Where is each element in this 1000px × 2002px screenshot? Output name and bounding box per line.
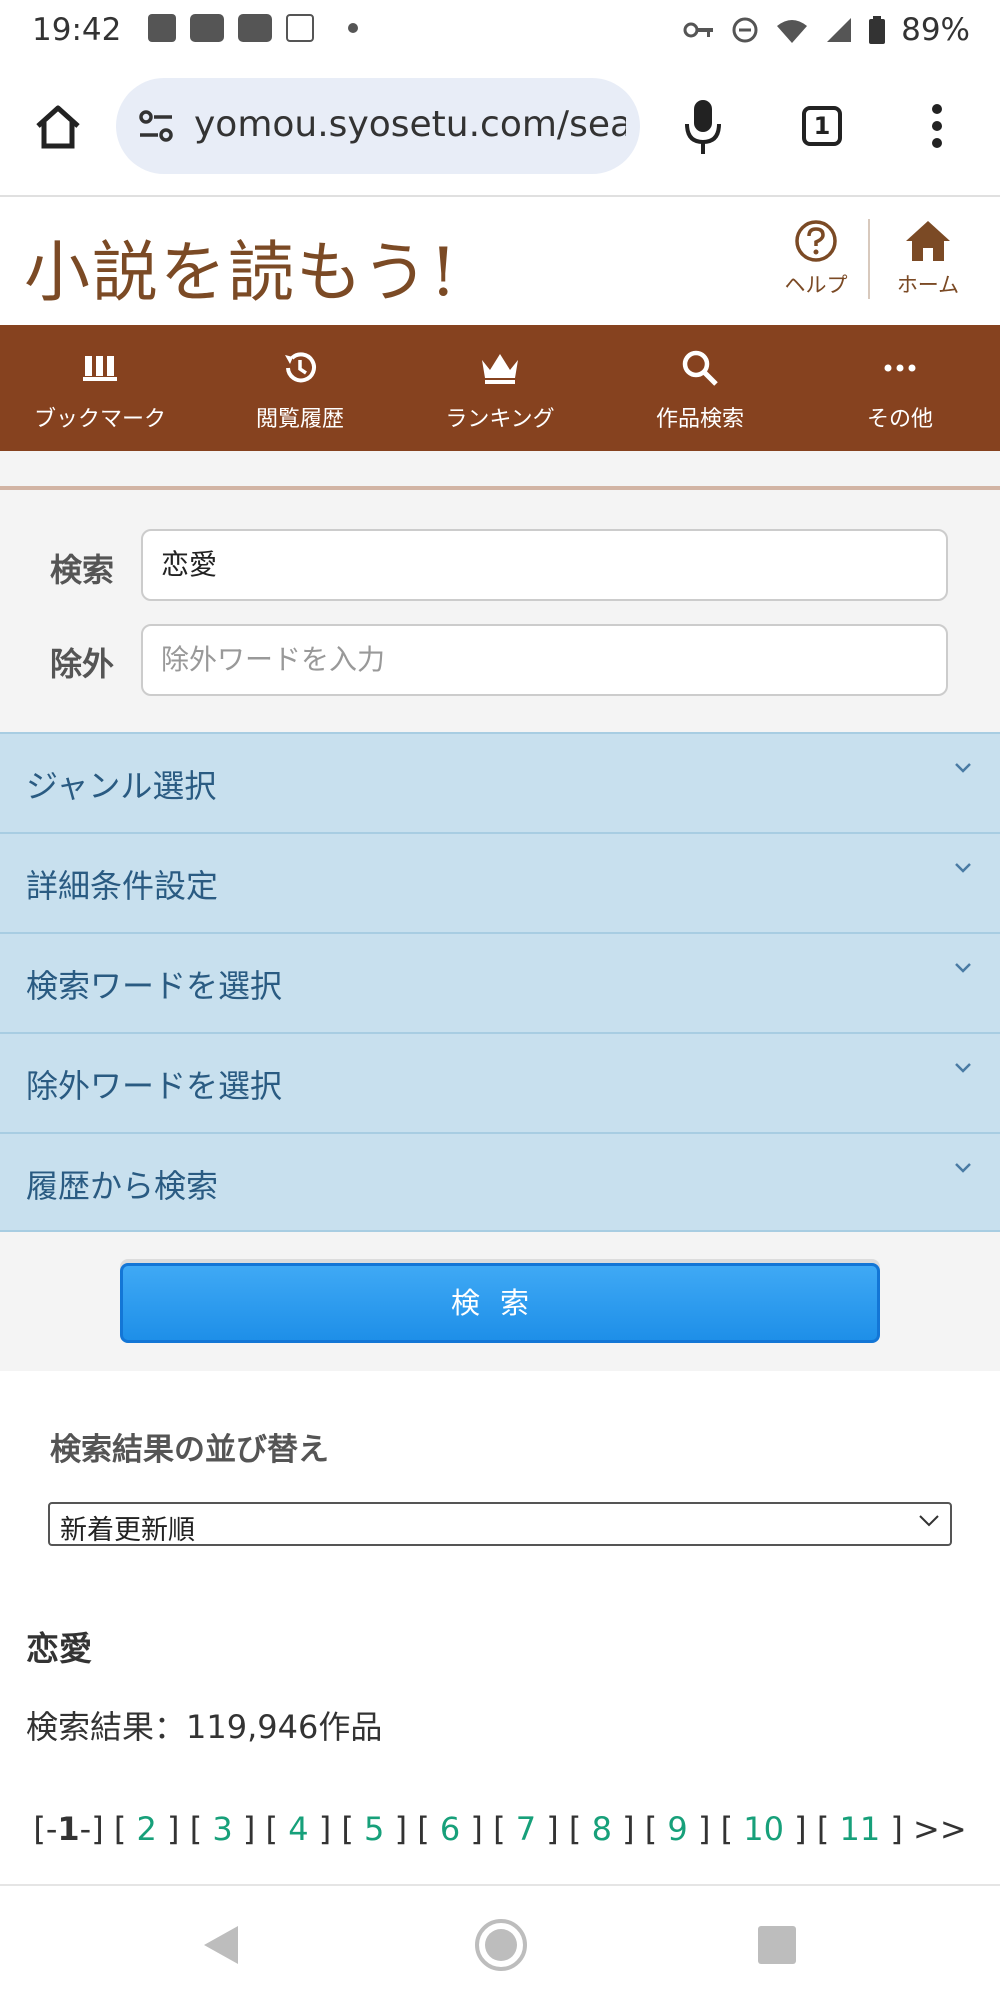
page-link[interactable]: 3 xyxy=(212,1810,232,1848)
recents-icon[interactable] xyxy=(758,1926,796,1964)
page-link[interactable]: 5 xyxy=(364,1810,384,1848)
search-panel: 検索 恋愛 除外 除外ワードを入力 ジャンル選択 詳細条件設定 検索ワードを選択… xyxy=(0,451,1000,1371)
page-link[interactable]: 7 xyxy=(516,1810,536,1848)
home-label: ホーム xyxy=(896,273,960,297)
nav-item-ranking[interactable]: ランキング xyxy=(400,325,600,451)
accordion-label: 検索ワードを選択 xyxy=(26,967,283,1005)
nav-item-history[interactable]: 閲覧履歴 xyxy=(200,325,400,451)
home-icon[interactable] xyxy=(34,104,82,150)
section-divider xyxy=(0,486,1000,490)
help-icon xyxy=(795,220,837,262)
tab-switcher-button[interactable]: 1 xyxy=(802,106,842,146)
more-notifications-icon xyxy=(348,23,358,33)
page-link[interactable]: 8 xyxy=(592,1810,612,1848)
address-bar[interactable]: yomou.syosetu.com/sea xyxy=(116,78,640,174)
main-nav: ブックマーク 閲覧履歴 ランキング 作品検索 その他 xyxy=(0,325,1000,451)
chevron-down-icon xyxy=(919,1515,939,1527)
chevron-down-icon xyxy=(955,763,971,773)
nav-item-bookmark[interactable]: ブックマーク xyxy=(0,325,200,451)
chevron-down-icon xyxy=(955,1063,971,1073)
sort-select[interactable]: 新着更新順 xyxy=(48,1502,952,1546)
accordion-label: ジャンル選択 xyxy=(26,767,217,805)
nav-label-search: 作品検索 xyxy=(655,407,744,432)
status-time: 19:42 xyxy=(32,12,122,48)
home-circle-icon[interactable] xyxy=(474,1918,528,1972)
chevron-down-icon xyxy=(955,863,971,873)
wifi-icon xyxy=(777,20,808,43)
notification-icons xyxy=(148,14,358,42)
system-icons: 89% xyxy=(683,12,970,48)
vpn-key-icon xyxy=(683,22,714,38)
microphone-icon[interactable] xyxy=(684,98,722,156)
status-bar: 19:42 89% xyxy=(0,0,1000,60)
search-submit-button[interactable]: 検索 xyxy=(120,1263,880,1343)
search-icon xyxy=(682,350,718,386)
system-navigation-bar xyxy=(0,1884,1000,2002)
chevron-down-icon xyxy=(955,963,971,973)
accordion-label: 詳細条件設定 xyxy=(26,867,219,905)
exclude-input[interactable]: 除外ワードを入力 xyxy=(141,624,948,696)
accordion-detail-conditions[interactable]: 詳細条件設定 xyxy=(0,832,1000,932)
sort-title: 検索結果の並び替え xyxy=(50,1432,329,1468)
do-not-disturb-icon xyxy=(732,17,758,43)
battery-icon xyxy=(869,16,886,44)
home-icon xyxy=(906,221,950,261)
sort-selected-value: 新着更新順 xyxy=(60,1515,195,1546)
battery-percent: 89% xyxy=(901,12,970,48)
accordion-genre[interactable]: ジャンル選択 xyxy=(0,732,1000,832)
youtube-icon xyxy=(238,14,272,42)
nav-item-more[interactable]: その他 xyxy=(800,325,1000,451)
page-link[interactable]: 4 xyxy=(288,1810,308,1848)
gallery-icon xyxy=(148,14,176,42)
bookmark-icon xyxy=(83,356,117,381)
accordion-search-words[interactable]: 検索ワードを選択 xyxy=(0,932,1000,1032)
page-link[interactable]: 9 xyxy=(667,1810,687,1848)
history-icon xyxy=(285,352,316,383)
site-home-link[interactable]: ホーム xyxy=(880,219,976,299)
back-icon[interactable] xyxy=(202,1924,240,1966)
crown-icon xyxy=(482,354,518,384)
header-divider xyxy=(868,219,870,299)
accordion-label: 除外ワードを選択 xyxy=(26,1067,283,1105)
nav-item-search[interactable]: 作品検索 xyxy=(600,325,800,451)
url-text[interactable]: yomou.syosetu.com/sea xyxy=(194,104,626,145)
browser-toolbar: yomou.syosetu.com/sea 1 xyxy=(0,60,1000,197)
help-label: ヘルプ xyxy=(784,273,848,297)
page-current: 1 xyxy=(57,1810,80,1848)
chevron-down-icon xyxy=(955,1163,971,1173)
site-header: 小説を読もう! ヘルプ ホーム xyxy=(0,197,1000,325)
more-icon xyxy=(884,364,916,372)
search-input[interactable]: 恋愛 xyxy=(141,529,948,601)
page-next-link[interactable]: >> xyxy=(913,1810,967,1848)
nav-label-ranking: ランキング xyxy=(445,407,555,432)
accordion-history[interactable]: 履歴から検索 xyxy=(0,1132,1000,1232)
page-link[interactable]: 10 xyxy=(743,1810,784,1848)
site-logo[interactable]: 小説を読もう! xyxy=(24,219,459,315)
site-settings-icon[interactable] xyxy=(136,106,176,146)
signal-icon xyxy=(827,18,852,42)
result-count: 検索結果：119,946作品 xyxy=(26,1708,383,1746)
nav-label-more: その他 xyxy=(866,407,933,432)
youtube-icon xyxy=(190,14,224,42)
nav-label-history: 閲覧履歴 xyxy=(255,407,344,432)
exclude-label: 除外 xyxy=(50,645,115,683)
page-link[interactable]: 11 xyxy=(839,1810,880,1848)
page-link[interactable]: 2 xyxy=(137,1810,157,1848)
nav-label-bookmark: ブックマーク xyxy=(33,407,166,432)
app-d-icon xyxy=(286,14,314,42)
query-title: 恋愛 xyxy=(26,1629,92,1668)
accordion-exclude-words[interactable]: 除外ワードを選択 xyxy=(0,1032,1000,1132)
help-link[interactable]: ヘルプ xyxy=(780,219,852,299)
page-link[interactable]: 6 xyxy=(440,1810,460,1848)
search-label: 検索 xyxy=(50,551,115,589)
pagination: [-1-] [ 2 ] [ 3 ] [ 4 ] [ 5 ] [ 6 ] [ 7 … xyxy=(33,1810,967,1848)
overflow-menu-icon[interactable] xyxy=(930,102,944,150)
accordion-label: 履歴から検索 xyxy=(26,1167,219,1205)
